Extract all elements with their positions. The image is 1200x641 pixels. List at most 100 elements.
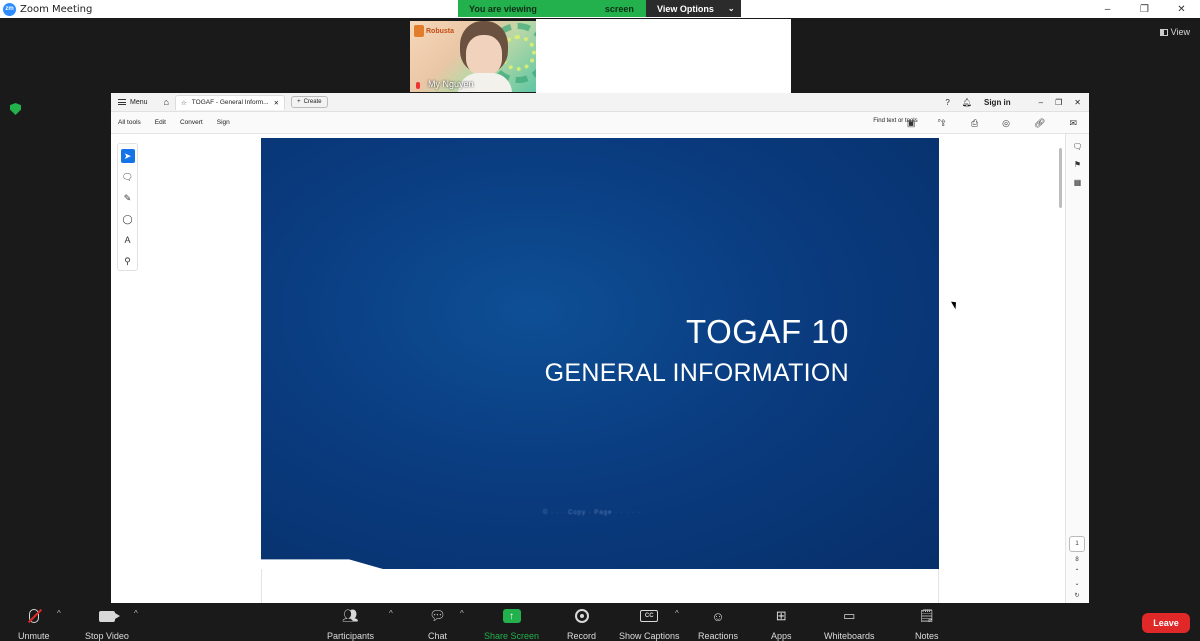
bookmark-icon[interactable]: ⚑ bbox=[1074, 160, 1081, 169]
zoom-meeting-toolbar: Unmute ^ Stop Video ^ 👥︎ Participants ^ … bbox=[0, 603, 1200, 641]
quick-tools: ▣ ⇪ ⎙ ◎ 🔗︎ ✉ bbox=[899, 118, 1083, 129]
save-icon[interactable]: ▣ bbox=[907, 118, 916, 129]
share-screen-icon: ↑ bbox=[502, 609, 521, 623]
close-tab-icon[interactable]: ✕ bbox=[274, 99, 279, 107]
mic-muted-icon bbox=[28, 609, 39, 623]
participants-options-caret[interactable]: ^ bbox=[389, 609, 393, 618]
shared-screen-acrobat: Menu ⌂ ☆ TOGAF - General Inform... ✕ + C… bbox=[111, 93, 1089, 603]
document-scrollbar[interactable] bbox=[1059, 148, 1062, 208]
window-title: Zoom Meeting bbox=[20, 3, 93, 15]
view-options-button[interactable]: View Options ⌄ bbox=[646, 0, 741, 17]
participant-video-tile-blank[interactable] bbox=[536, 19, 791, 93]
acrobat-left-toolbar: ➤ 🗨︎ ✎ ◯ A ⚲ bbox=[117, 143, 138, 271]
captions-icon: CC bbox=[640, 610, 659, 622]
acrobat-menu-bar: All tools Edit Convert Sign Find text or… bbox=[111, 112, 1089, 134]
unmute-button[interactable]: Unmute bbox=[18, 607, 50, 641]
email-icon[interactable]: ✉ bbox=[1069, 118, 1077, 129]
participants-icon: 👥︎ bbox=[342, 608, 359, 623]
acrobat-top-right: ? 🔔︎ Sign in – ❐ ✕ bbox=[945, 93, 1081, 112]
print-icon[interactable]: ⎙ bbox=[971, 118, 978, 129]
menu-edit[interactable]: Edit bbox=[155, 119, 166, 126]
reactions-icon: ☺ bbox=[711, 608, 725, 624]
show-captions-label: Show Captions bbox=[619, 631, 680, 641]
unmute-label: Unmute bbox=[18, 631, 50, 641]
close-button[interactable]: ✕ bbox=[1163, 0, 1200, 18]
upload-cloud-icon[interactable]: ⇪ bbox=[939, 118, 947, 129]
whiteboards-button[interactable]: ▭ Whiteboards bbox=[824, 607, 875, 641]
acrobat-close-icon[interactable]: ✕ bbox=[1074, 98, 1081, 107]
create-label: Create bbox=[303, 99, 322, 105]
help-icon[interactable]: ? bbox=[945, 98, 949, 107]
leave-button[interactable]: Leave bbox=[1142, 613, 1190, 633]
chat-options-caret[interactable]: ^ bbox=[460, 609, 464, 618]
menu-label: Menu bbox=[130, 98, 148, 106]
show-captions-button[interactable]: CC Show Captions bbox=[619, 607, 680, 641]
sign-in-button[interactable]: Sign in bbox=[984, 98, 1011, 107]
menu-sign[interactable]: Sign bbox=[217, 119, 230, 126]
menu-convert[interactable]: Convert bbox=[180, 119, 203, 126]
stamp-icon[interactable]: ⚲ bbox=[121, 254, 135, 268]
comment-icon[interactable]: 🗨︎ bbox=[121, 170, 135, 184]
encryption-shield-icon[interactable] bbox=[10, 103, 21, 115]
whiteboards-label: Whiteboards bbox=[824, 631, 875, 641]
captions-options-caret[interactable]: ^ bbox=[675, 609, 679, 618]
stop-video-button[interactable]: Stop Video bbox=[85, 607, 129, 641]
page-lower-area bbox=[261, 569, 939, 603]
company-logo: Robusta bbox=[414, 25, 454, 37]
participants-button[interactable]: 👥︎ Participants bbox=[327, 607, 374, 641]
acrobat-minimize-icon[interactable]: – bbox=[1039, 98, 1043, 107]
pen-icon[interactable]: ✎ bbox=[121, 191, 135, 205]
page-down-icon[interactable]: ⌄ bbox=[1074, 580, 1079, 587]
share-screen-button[interactable]: ↑ Share Screen bbox=[484, 607, 539, 641]
reactions-button[interactable]: ☺ Reactions bbox=[698, 607, 738, 641]
participant-name: My Nguyen bbox=[428, 79, 474, 89]
view-label: View bbox=[1170, 27, 1190, 37]
link-icon[interactable]: 🔗︎ bbox=[1034, 118, 1045, 129]
page-count: 8 bbox=[1075, 557, 1079, 563]
select-cursor-icon[interactable]: ➤ bbox=[120, 149, 135, 163]
background-pattern-inner bbox=[500, 35, 536, 71]
participant-face bbox=[466, 35, 502, 75]
share-screen-label: Share Screen bbox=[484, 631, 540, 641]
ai-assistant-icon[interactable]: ◎ bbox=[1002, 118, 1010, 129]
comments-panel-icon[interactable]: 🗨︎ bbox=[1072, 142, 1082, 151]
page-number-input[interactable]: 1 bbox=[1069, 536, 1085, 552]
audio-options-caret[interactable]: ^ bbox=[57, 609, 61, 618]
minimize-button[interactable]: – bbox=[1089, 0, 1126, 18]
notes-button[interactable]: 🗒︎ Notes bbox=[915, 607, 939, 641]
muted-mic-icon bbox=[416, 82, 420, 89]
slide-title: TOGAF 10 bbox=[686, 313, 849, 350]
stop-video-label: Stop Video bbox=[85, 631, 129, 641]
video-options-caret[interactable]: ^ bbox=[134, 609, 138, 618]
menu-all-tools[interactable]: All tools bbox=[118, 119, 141, 126]
star-icon[interactable]: ☆ bbox=[181, 99, 187, 107]
record-button[interactable]: Record bbox=[567, 607, 596, 641]
thumbnails-icon[interactable]: ▦ bbox=[1074, 178, 1082, 187]
chat-label: Chat bbox=[428, 631, 448, 641]
text-box-icon[interactable]: A bbox=[121, 233, 135, 247]
lasso-icon[interactable]: ◯ bbox=[121, 212, 135, 226]
chat-button[interactable]: 💬︎ Chat bbox=[428, 607, 447, 641]
apps-label: Apps bbox=[771, 631, 792, 641]
view-layout-button[interactable]: View bbox=[1159, 27, 1190, 37]
notes-icon: 🗒︎ bbox=[918, 608, 936, 623]
company-logo-text: Robusta bbox=[426, 27, 454, 35]
bell-icon[interactable]: 🔔︎ bbox=[962, 98, 972, 107]
chevron-down-icon: ⌄ bbox=[727, 4, 735, 13]
gallery-grid-icon bbox=[1159, 28, 1168, 36]
acrobat-restore-icon[interactable]: ❐ bbox=[1055, 98, 1062, 107]
refresh-icon[interactable]: ↻ bbox=[1074, 592, 1079, 599]
apps-button[interactable]: ⊞ Apps bbox=[771, 607, 792, 641]
page-up-icon[interactable]: ⌃ bbox=[1074, 568, 1079, 575]
whiteboard-icon: ▭ bbox=[843, 608, 856, 623]
home-icon[interactable]: ⌂ bbox=[164, 97, 169, 107]
document-tab-title: TOGAF - General Inform... bbox=[191, 99, 269, 106]
robusta-logo-icon bbox=[414, 25, 424, 37]
view-options-label: View Options bbox=[657, 3, 714, 14]
create-button[interactable]: + Create bbox=[291, 96, 328, 108]
acrobat-menu-button[interactable]: Menu bbox=[118, 99, 148, 106]
participant-video-tile[interactable]: Robusta My Nguyen bbox=[410, 21, 536, 92]
presentation-slide: TOGAF 10 GENERAL INFORMATION © · · · Cop… bbox=[261, 138, 939, 569]
restore-button[interactable]: ❐ bbox=[1126, 0, 1163, 18]
document-tab[interactable]: ☆ TOGAF - General Inform... ✕ bbox=[174, 94, 286, 110]
